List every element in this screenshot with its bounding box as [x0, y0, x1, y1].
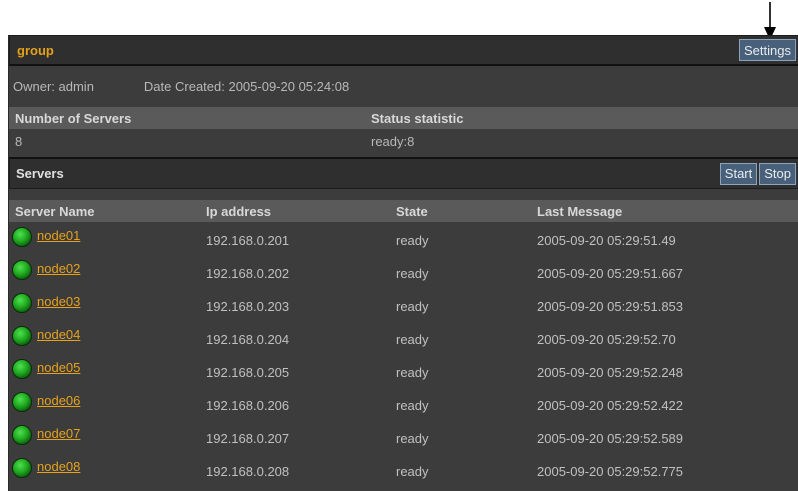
server-name-link[interactable]: node04 — [37, 327, 80, 342]
down-arrow-icon — [764, 2, 776, 40]
green-status-icon — [12, 359, 32, 379]
last-message-cell: 2005-09-20 05:29:51.667 — [537, 266, 684, 281]
owner-info-row: Owner: admin Date Created: 2005-09-20 05… — [9, 75, 798, 97]
servers-header: Servers Start Stop — [9, 157, 798, 189]
servers-title: Servers — [16, 166, 64, 181]
ip-address-cell: 192.168.0.205 — [206, 365, 290, 380]
server-name-link[interactable]: node01 — [37, 228, 80, 243]
state-cell: ready — [396, 431, 429, 446]
stats-header-row: Number of Servers Status statistic — [9, 107, 798, 129]
start-button[interactable]: Start — [719, 162, 758, 185]
green-status-icon — [12, 227, 32, 247]
ip-address-cell: 192.168.0.201 — [206, 233, 290, 248]
last-message-cell: 2005-09-20 05:29:52.70 — [537, 332, 676, 347]
owner-label: Owner: admin — [13, 78, 94, 94]
column-header-server-name: Server Name — [15, 203, 95, 219]
stop-button[interactable]: Stop — [759, 162, 796, 185]
table-row: node02 192.168.0.202 ready 2005-09-20 05… — [9, 256, 798, 289]
last-message-cell: 2005-09-20 05:29:52.589 — [537, 431, 684, 446]
column-header-last-message: Last Message — [537, 203, 623, 219]
last-message-cell: 2005-09-20 05:29:51.49 — [537, 233, 676, 248]
table-row: node05 192.168.0.205 ready 2005-09-20 05… — [9, 355, 798, 388]
ip-address-cell: 192.168.0.206 — [206, 398, 290, 413]
table-row: node08 192.168.0.208 ready 2005-09-20 05… — [9, 454, 798, 487]
state-cell: ready — [396, 464, 429, 479]
ip-address-cell: 192.168.0.208 — [206, 464, 290, 479]
last-message-cell: 2005-09-20 05:29:52.248 — [537, 365, 684, 380]
ip-address-cell: 192.168.0.204 — [206, 332, 290, 347]
column-header-number-of-servers: Number of Servers — [15, 110, 132, 126]
servers-count: 8 — [15, 133, 23, 149]
state-cell: ready — [396, 299, 429, 314]
status-statistic-value: ready:8 — [371, 133, 415, 149]
state-cell: ready — [396, 266, 429, 281]
table-row: node01 192.168.0.201 ready 2005-09-20 05… — [9, 223, 798, 256]
group-panel: group Settings Owner: admin Date Created… — [8, 35, 798, 491]
ip-address-cell: 192.168.0.202 — [206, 266, 290, 281]
server-name-link[interactable]: node07 — [37, 426, 80, 441]
table-row: node04 192.168.0.204 ready 2005-09-20 05… — [9, 322, 798, 355]
group-header: group Settings — [9, 35, 798, 66]
green-status-icon — [12, 293, 32, 313]
state-cell: ready — [396, 233, 429, 248]
settings-button[interactable]: Settings — [739, 39, 796, 61]
date-created-label: Date Created: 2005-09-20 05:24:08 — [143, 78, 350, 94]
group-title: group — [17, 42, 54, 58]
table-header-row: Server Name Ip address State Last Messag… — [9, 200, 798, 222]
column-header-state: State — [396, 203, 428, 219]
state-cell: ready — [396, 365, 429, 380]
server-name-link[interactable]: node08 — [37, 459, 80, 474]
column-header-status-statistic: Status statistic — [371, 110, 464, 126]
green-status-icon — [12, 326, 32, 346]
last-message-cell: 2005-09-20 05:29:52.422 — [537, 398, 684, 413]
state-cell: ready — [396, 332, 429, 347]
server-name-link[interactable]: node02 — [37, 261, 80, 276]
ip-address-cell: 192.168.0.203 — [206, 299, 290, 314]
ip-address-cell: 192.168.0.207 — [206, 431, 290, 446]
server-name-link[interactable]: node05 — [37, 360, 80, 375]
server-name-link[interactable]: node03 — [37, 294, 80, 309]
state-cell: ready — [396, 398, 429, 413]
table-row: node07 192.168.0.207 ready 2005-09-20 05… — [9, 421, 798, 454]
server-name-link[interactable]: node06 — [37, 393, 80, 408]
green-status-icon — [12, 425, 32, 445]
green-status-icon — [12, 458, 32, 478]
column-header-ip-address: Ip address — [206, 203, 272, 219]
last-message-cell: 2005-09-20 05:29:52.775 — [537, 464, 684, 479]
stats-value-row: 8 ready:8 — [9, 130, 798, 152]
green-status-icon — [12, 392, 32, 412]
last-message-cell: 2005-09-20 05:29:51.853 — [537, 299, 684, 314]
table-row: node06 192.168.0.206 ready 2005-09-20 05… — [9, 388, 798, 421]
table-row: node03 192.168.0.203 ready 2005-09-20 05… — [9, 289, 798, 322]
green-status-icon — [12, 260, 32, 280]
